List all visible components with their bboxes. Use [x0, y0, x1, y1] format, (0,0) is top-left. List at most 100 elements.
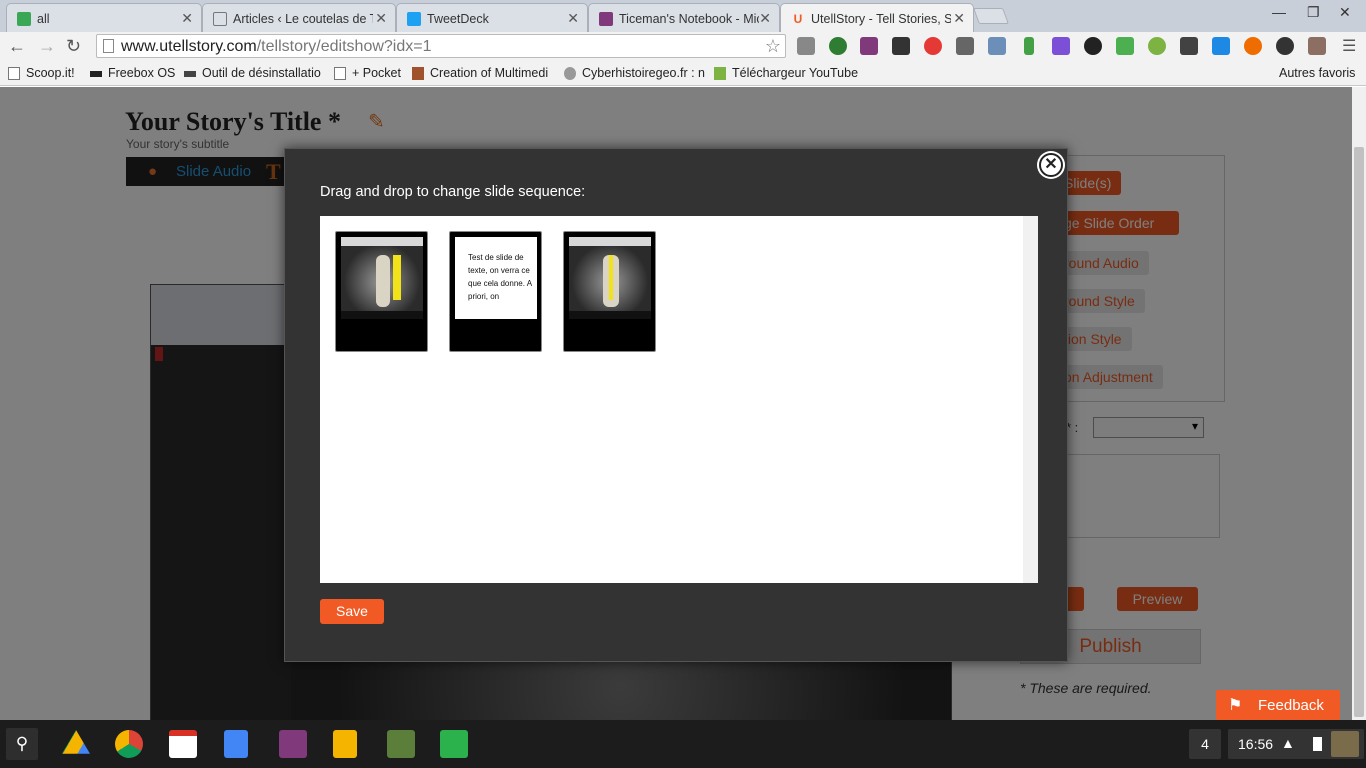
- browser-tab-strip: all ✕ Articles ‹ Le coutelas de Ti ✕ Twe…: [0, 0, 1366, 32]
- tab-all[interactable]: all ✕: [6, 3, 202, 32]
- bookmark-cyberhistoire[interactable]: Cyberhistoiregeo.fr : n: [564, 66, 705, 80]
- slide-thumbnail: [341, 237, 423, 319]
- extension-circle-icon[interactable]: [1084, 37, 1102, 55]
- google-docs-icon[interactable]: [224, 730, 248, 758]
- back-icon[interactable]: ←: [8, 36, 26, 57]
- dialog-instruction: Drag and drop to change slide sequence:: [320, 184, 586, 200]
- google-slides-icon[interactable]: [333, 730, 357, 758]
- tab-onenote[interactable]: Ticeman's Notebook - Mic ✕: [588, 3, 780, 32]
- wifi-icon: ▲: [1281, 735, 1295, 751]
- system-tray[interactable]: 16:56 ▲: [1228, 729, 1364, 759]
- slide-thumbnail: Test de slide de texte, on verra ce que …: [455, 237, 537, 319]
- extension-chat-icon[interactable]: [1180, 37, 1198, 55]
- bookmark-youtube-dl[interactable]: Téléchargeur YouTube: [714, 66, 858, 80]
- bookmark-other-favorites[interactable]: Autres favoris: [1261, 66, 1355, 80]
- extension-puzzle-icon[interactable]: [797, 37, 815, 55]
- slide-area-scrollbar[interactable]: [1023, 216, 1038, 583]
- scrollbar-thumb[interactable]: [1354, 147, 1364, 717]
- cat-icon: [564, 67, 576, 80]
- bookmark-pocket[interactable]: + Pocket: [334, 66, 401, 80]
- google-drive-icon[interactable]: [62, 730, 90, 754]
- extension-download-icon[interactable]: [829, 37, 847, 55]
- bookmark-scoopit[interactable]: Scoop.it!: [8, 66, 75, 80]
- bookmark-label: Outil de désinstallatio: [202, 66, 321, 80]
- minimize-icon[interactable]: —: [1272, 4, 1286, 20]
- extension-onenote-icon[interactable]: [860, 37, 878, 55]
- tab-title: UtellStory - Tell Stories, Sh: [811, 12, 951, 26]
- slide-thumbnail: [569, 237, 651, 319]
- app-icon[interactable]: [387, 730, 415, 758]
- bookmark-label: Freebox OS: [108, 66, 176, 80]
- feedly-icon[interactable]: [440, 730, 468, 758]
- tab-utellstory[interactable]: U UtellStory - Tell Stories, Sh ✕: [780, 3, 974, 32]
- page-icon: [8, 67, 20, 80]
- close-icon[interactable]: ✕: [1039, 153, 1063, 177]
- twitter-icon: [407, 12, 421, 26]
- bookmark-freebox[interactable]: Freebox OS: [90, 66, 175, 80]
- new-tab-button[interactable]: [973, 8, 1009, 24]
- extension-orange-icon[interactable]: [1244, 37, 1262, 55]
- slide-card-1[interactable]: [335, 231, 428, 352]
- avatar: [1331, 731, 1359, 757]
- extension-cat-icon[interactable]: [1212, 37, 1230, 55]
- page-icon: [103, 39, 114, 53]
- page-icon: [213, 12, 227, 26]
- reload-icon[interactable]: ↻: [66, 36, 81, 57]
- slide-card-2[interactable]: Test de slide de texte, on verra ce que …: [449, 231, 542, 352]
- thumbnail-icon: [412, 67, 424, 80]
- feedback-label: Feedback: [1258, 697, 1324, 714]
- tab-articles[interactable]: Articles ‹ Le coutelas de Ti ✕: [202, 3, 396, 32]
- tab-close-icon[interactable]: ✕: [181, 10, 193, 27]
- tab-title: Articles ‹ Le coutelas de Ti: [233, 12, 373, 26]
- extension-marker-icon[interactable]: [1024, 37, 1034, 55]
- tab-close-icon[interactable]: ✕: [953, 10, 965, 27]
- chrome-icon[interactable]: [115, 730, 143, 758]
- extension-feather-icon[interactable]: [1052, 37, 1070, 55]
- extension-camera-icon[interactable]: [988, 37, 1006, 55]
- extension-asterisk-icon[interactable]: [924, 37, 942, 55]
- bookmark-outil[interactable]: Outil de désinstallatio: [184, 66, 321, 80]
- extension-fish-icon[interactable]: [1276, 37, 1294, 55]
- extension-print-icon[interactable]: [1116, 37, 1134, 55]
- bookmark-label: Autres favoris: [1279, 66, 1356, 80]
- tab-close-icon[interactable]: ✕: [375, 10, 387, 27]
- slide-card-3[interactable]: [563, 231, 656, 352]
- download-arrow-icon: [714, 67, 726, 80]
- slide-text: Test de slide de texte, on verra ce que …: [468, 253, 532, 301]
- save-button[interactable]: Save: [320, 599, 384, 624]
- extension-green-dot-icon[interactable]: [1148, 37, 1166, 55]
- bookmark-star-icon[interactable]: ☆: [765, 36, 781, 57]
- gmail-icon[interactable]: [169, 730, 197, 758]
- tab-close-icon[interactable]: ✕: [567, 10, 579, 27]
- freebox-icon: [90, 71, 102, 77]
- bookmarks-bar: Scoop.it! Freebox OS Outil de désinstall…: [0, 62, 1366, 140]
- tab-tweetdeck[interactable]: TweetDeck ✕: [396, 3, 588, 32]
- extension-film-icon[interactable]: [892, 37, 910, 55]
- window-count[interactable]: 4: [1189, 729, 1221, 759]
- page-scrollbar[interactable]: [1352, 87, 1366, 720]
- close-window-icon[interactable]: ✕: [1339, 4, 1351, 21]
- utellstory-icon: U: [793, 12, 803, 26]
- feedback-button[interactable]: ⚑ Feedback: [1216, 690, 1340, 720]
- bookmark-label: Scoop.it!: [26, 66, 75, 80]
- onenote-icon[interactable]: [279, 730, 307, 758]
- launcher-search-icon[interactable]: ⚲: [6, 728, 38, 760]
- page-icon: [334, 67, 346, 80]
- battery-icon: [1313, 737, 1322, 751]
- tab-close-icon[interactable]: ✕: [759, 10, 771, 27]
- onenote-icon: [599, 12, 613, 26]
- extension-pen-icon[interactable]: [1308, 37, 1326, 55]
- extension-tools-icon[interactable]: [956, 37, 974, 55]
- bookmark-creation[interactable]: Creation of Multimedi: [412, 66, 548, 80]
- clock: 16:56: [1238, 736, 1274, 752]
- megaphone-icon: ⚑: [1228, 697, 1243, 714]
- feedly-icon: [17, 12, 31, 26]
- slide-order-dialog: ✕ Drag and drop to change slide sequence…: [284, 148, 1068, 662]
- bookmark-label: Creation of Multimedi: [430, 66, 549, 80]
- menu-icon[interactable]: ☰: [1342, 36, 1356, 56]
- restore-icon[interactable]: ❐: [1307, 4, 1320, 21]
- tab-title: all: [37, 12, 50, 26]
- forward-icon[interactable]: →: [38, 36, 56, 57]
- bookmark-label: Cyberhistoiregeo.fr : n: [582, 66, 705, 80]
- address-bar[interactable]: www.utellstory.com/tellstory/editshow?id…: [96, 34, 786, 58]
